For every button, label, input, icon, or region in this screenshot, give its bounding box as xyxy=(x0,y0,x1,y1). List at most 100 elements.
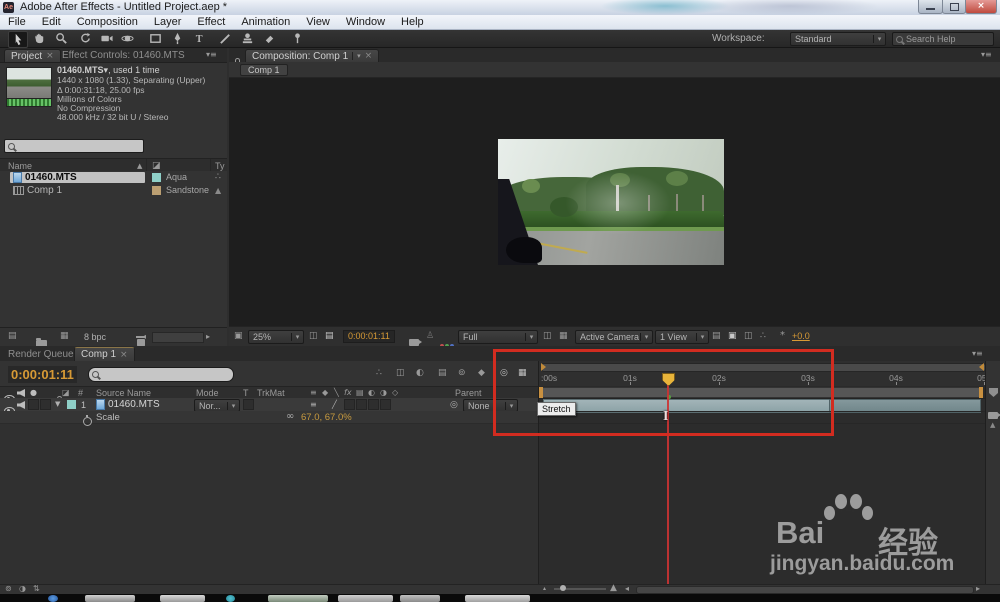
exposure-value[interactable]: +0.0 xyxy=(792,331,810,341)
toggle-inout-icon[interactable]: ⇅ xyxy=(33,584,40,593)
column-parent[interactable]: Parent xyxy=(455,388,482,398)
motion-blur-icon[interactable]: ⊚ xyxy=(458,368,466,378)
menu-view[interactable]: View xyxy=(298,16,338,28)
pickwhip-icon[interactable]: ◎ xyxy=(450,400,458,410)
crumb-comp[interactable]: Comp 1 xyxy=(240,64,288,76)
toggle-expand-icon[interactable]: ⊚ xyxy=(5,584,12,593)
frame-blend-icon[interactable]: ▤ xyxy=(438,368,447,378)
label-column-tag-icon[interactable]: ◪ xyxy=(152,161,161,171)
stopwatch-icon[interactable] xyxy=(83,417,92,426)
column-name[interactable]: Name xyxy=(8,161,32,171)
quality-toggle-icon[interactable]: ╱ xyxy=(332,400,337,409)
taskbar-item[interactable] xyxy=(400,595,440,602)
taskbar-start-icon[interactable] xyxy=(48,595,58,602)
hand-tool[interactable] xyxy=(30,31,48,46)
taskbar-item[interactable] xyxy=(160,595,205,602)
show-snapshot-icon[interactable]: ♙ xyxy=(426,331,434,341)
taskbar-item[interactable] xyxy=(465,595,530,602)
selection-tool[interactable] xyxy=(8,31,28,48)
close-tab-icon[interactable]: × xyxy=(120,350,128,360)
always-preview-icon[interactable]: ▣ xyxy=(234,331,243,341)
switch-cell[interactable] xyxy=(344,399,355,410)
menu-composition[interactable]: Composition xyxy=(69,16,146,28)
tab-composition[interactable]: Composition: Comp 1 ▾ × xyxy=(245,49,379,62)
property-name[interactable]: Scale xyxy=(96,412,120,423)
timeline-horizontal-scrollbar[interactable] xyxy=(636,586,974,594)
puppet-pin-tool[interactable] xyxy=(288,31,306,46)
taskbar-item[interactable] xyxy=(338,595,393,602)
trkmat-cell[interactable] xyxy=(243,399,254,410)
shy-icon[interactable]: ◐ xyxy=(416,368,424,378)
column-t[interactable]: T xyxy=(243,388,249,398)
comp-button-icon[interactable] xyxy=(988,412,998,419)
taskbar-item[interactable] xyxy=(268,595,328,602)
close-tab-icon[interactable]: × xyxy=(46,51,54,61)
taskbar-item[interactable] xyxy=(85,595,135,602)
video-frame[interactable] xyxy=(498,139,724,265)
menu-window[interactable]: Window xyxy=(338,16,393,28)
column-number[interactable]: # xyxy=(78,388,83,398)
bit-depth[interactable]: 8 bpc xyxy=(84,332,106,342)
resolution-dropdown[interactable]: Full ▾ xyxy=(458,330,538,344)
view-count-dropdown[interactable]: 1 View ▾ xyxy=(655,330,709,344)
menu-effect[interactable]: Effect xyxy=(189,16,233,28)
fast-preview-icon[interactable]: ▣ xyxy=(728,331,737,341)
safe-margins-icon[interactable]: ◫ xyxy=(309,331,318,341)
region-of-interest-icon[interactable]: ▤ xyxy=(325,331,334,341)
tab-timeline-comp[interactable]: Comp 1 × xyxy=(74,347,135,361)
column-trkmat[interactable]: TrkMat xyxy=(257,388,285,398)
label-color-chip[interactable] xyxy=(152,186,161,195)
switch-cell[interactable] xyxy=(356,399,367,410)
column-mode[interactable]: Mode xyxy=(196,388,219,398)
property-row[interactable]: Scale ∞ 67.0, 67.0% xyxy=(0,411,538,424)
label-color-chip[interactable] xyxy=(152,173,161,182)
scroll-up-icon[interactable]: ▲ xyxy=(990,421,995,429)
tab-effect-controls[interactable]: Effect Controls: 01460.MTS xyxy=(62,50,185,61)
maximize-button[interactable] xyxy=(942,0,966,14)
viewer-timecode[interactable]: 0:00:01:11 xyxy=(343,330,395,343)
pen-tool[interactable] xyxy=(168,31,186,46)
pixel-aspect-icon[interactable]: ▤ xyxy=(712,331,721,341)
zoom-slider-knob[interactable] xyxy=(560,585,566,591)
brainstorm-icon[interactable]: ◆ xyxy=(478,368,485,378)
exposure-icon[interactable]: * xyxy=(780,330,785,341)
zoom-out-mountain-icon[interactable]: ▴ xyxy=(543,585,546,592)
rectangle-tool[interactable] xyxy=(146,31,164,46)
timeline-search-input[interactable] xyxy=(88,367,234,382)
column-type[interactable]: Ty xyxy=(215,161,225,171)
zoom-tool[interactable] xyxy=(52,31,70,46)
timeline-button-icon[interactable]: ◫ xyxy=(744,331,753,341)
horizontal-scrollbar[interactable] xyxy=(152,332,204,343)
current-timecode[interactable]: 0:00:01:11 xyxy=(8,366,77,383)
chevron-down-icon[interactable]: ▾ xyxy=(352,52,361,60)
minimize-button[interactable] xyxy=(918,0,943,14)
view-layout-3d-dropdown[interactable]: Active Camera ▾ xyxy=(575,330,653,344)
brush-tool[interactable] xyxy=(216,31,234,46)
shy-toggle-icon[interactable]: ≡ xyxy=(310,400,317,409)
flowchart-icon[interactable]: ∴ xyxy=(760,331,766,341)
panel-menu-icon[interactable]: ▾≡ xyxy=(972,349,983,358)
comp-mini-flowchart-icon[interactable]: ∴ xyxy=(376,368,382,378)
solo-switch[interactable] xyxy=(28,399,39,410)
region-icon[interactable]: ◫ xyxy=(543,331,552,341)
close-button[interactable]: × xyxy=(965,0,997,14)
camera-tool[interactable] xyxy=(98,31,116,46)
label-column-tag-icon[interactable]: ◪ xyxy=(62,388,70,397)
magnification-dropdown[interactable]: 25% ▾ xyxy=(248,330,304,344)
property-value[interactable]: 67.0, 67.0% xyxy=(301,412,352,423)
snapshot-icon[interactable] xyxy=(409,339,419,346)
close-tab-icon[interactable]: × xyxy=(365,51,373,61)
scroll-left-icon[interactable]: ◂ xyxy=(142,332,146,341)
solo-icon[interactable]: ● xyxy=(30,388,37,397)
orbit-camera-tool[interactable] xyxy=(118,31,136,46)
link-dimensions-icon[interactable]: ∞ xyxy=(286,411,294,422)
rotate-tool[interactable] xyxy=(76,31,94,46)
menu-animation[interactable]: Animation xyxy=(233,16,298,28)
menu-layer[interactable]: Layer xyxy=(146,16,190,28)
work-area-end-handle[interactable] xyxy=(979,387,983,398)
workspace-dropdown[interactable]: Standard ▾ xyxy=(790,32,886,46)
comp-marker-bin-icon[interactable] xyxy=(989,388,998,397)
layer-color-chip[interactable] xyxy=(67,400,76,409)
table-row[interactable]: 01460.MTS Aqua ∴ xyxy=(0,171,227,184)
switch-cell[interactable] xyxy=(368,399,379,410)
